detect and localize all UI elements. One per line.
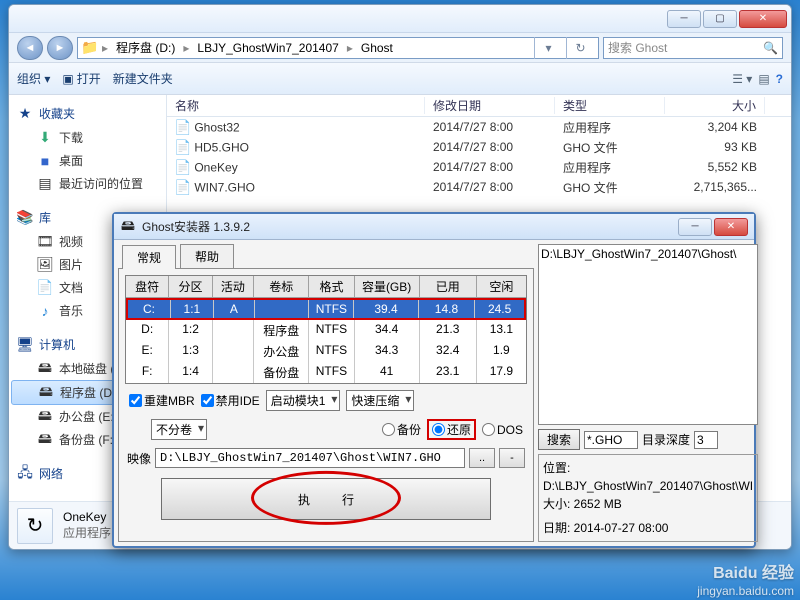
col-date[interactable]: 修改日期 — [425, 97, 555, 114]
breadcrumb[interactable]: 程序盘 (D:) — [112, 38, 179, 57]
ghost-titlebar[interactable]: 🖴 Ghost安装器 1.3.9.2 ─ ✕ — [114, 214, 754, 240]
onekey-icon: ↻ — [17, 508, 53, 544]
dos-radio[interactable]: DOS — [482, 423, 523, 437]
info-panel: 位置: D:\LBJY_GhostWin7_201407\Ghost\WI 大小… — [538, 454, 758, 542]
file-row[interactable]: 📄 OneKey2014/7/27 8:00应用程序5,552 KB — [167, 157, 791, 177]
gho-list[interactable]: D:\LBJY_GhostWin7_201407\Ghost\ — [538, 244, 758, 425]
status-item-type: 应用程序 — [63, 526, 111, 540]
boot-module-select[interactable]: 启动模块1 — [266, 390, 341, 411]
back-button[interactable]: ◄ — [17, 36, 43, 60]
th-fs: 格式 — [309, 276, 354, 297]
th-cap: 容量(GB) — [355, 276, 420, 297]
drive-icon: 🖴 — [38, 385, 54, 401]
desktop-icon: ■ — [37, 153, 53, 169]
help-icon[interactable]: ? — [776, 72, 783, 86]
depth-input[interactable] — [694, 431, 718, 449]
star-icon: ★ — [17, 106, 33, 122]
th-active: 活动 — [213, 276, 254, 297]
th-free: 空闲 — [477, 276, 526, 297]
partition-row[interactable]: E:1:3办公盘NTFS34.332.41.9 — [126, 341, 526, 362]
folder-icon: 📁 — [82, 40, 98, 56]
ext-input[interactable] — [584, 431, 638, 449]
toolbar: 组织 ▾ ▣打开 新建文件夹 ☰ ▾ ▤ ? — [9, 63, 791, 95]
new-folder-button[interactable]: 新建文件夹 — [113, 70, 173, 87]
th-label: 卷标 — [254, 276, 309, 297]
disable-ide-checkbox[interactable]: 禁用IDE — [201, 392, 260, 409]
backup-radio[interactable]: 备份 — [382, 421, 421, 438]
file-row[interactable]: 📄 Ghost322014/7/27 8:00应用程序3,204 KB — [167, 117, 791, 137]
drive-icon: 🖴 — [37, 361, 53, 377]
search-icon: 🔍 — [763, 41, 778, 55]
watermark: Baidu 经验 jingyan.baidu.com — [697, 564, 794, 598]
minimize-button[interactable]: ─ — [667, 10, 701, 28]
tab-help[interactable]: 帮助 — [180, 244, 234, 268]
favorites-group[interactable]: ★收藏夹 — [9, 101, 166, 126]
sidebar-item-recent[interactable]: ▤最近访问的位置 — [9, 172, 166, 195]
picture-icon: 🖼 — [37, 257, 53, 273]
partition-table: 盘符 分区 活动 卷标 格式 容量(GB) 已用 空闲 C:1:1ANTFS39… — [125, 275, 527, 384]
ghost-icon: 🖴 — [120, 219, 136, 235]
restore-radio[interactable]: 还原 — [427, 419, 476, 440]
execute-button[interactable]: 执行 — [161, 478, 491, 520]
open-icon: ▣ — [62, 72, 73, 86]
clear-button[interactable]: - — [499, 448, 525, 468]
col-type[interactable]: 类型 — [555, 97, 665, 114]
view-icon[interactable]: ☰ ▾ — [732, 72, 752, 86]
ghost-title: Ghost安装器 1.3.9.2 — [142, 218, 250, 235]
sidebar-item-downloads[interactable]: ⬇下载 — [9, 126, 166, 149]
drive-icon: 🖴 — [37, 409, 53, 425]
volume-select[interactable]: 不分卷 — [151, 419, 207, 440]
drive-icon: 🖴 — [37, 432, 53, 448]
col-size[interactable]: 大小 — [665, 97, 765, 114]
document-icon: 📄 — [37, 280, 53, 296]
address-bar[interactable]: 📁 ▸程序盘 (D:) ▸LBJY_GhostWin7_201407 ▸Ghos… — [77, 37, 599, 59]
address-row: ◄ ► 📁 ▸程序盘 (D:) ▸LBJY_GhostWin7_201407 ▸… — [9, 33, 791, 63]
forward-button[interactable]: ► — [47, 36, 73, 60]
titlebar: ─ ▢ ✕ — [9, 5, 791, 33]
image-label: 映像 — [127, 450, 151, 467]
column-header: 名称 修改日期 类型 大小 — [167, 95, 791, 117]
browse-button[interactable]: .. — [469, 448, 495, 468]
partition-row[interactable]: C:1:1ANTFS39.414.824.5 — [126, 298, 526, 320]
rebuild-mbr-checkbox[interactable]: 重建MBR — [129, 392, 195, 409]
th-part: 分区 — [169, 276, 212, 297]
depth-label: 目录深度 — [642, 431, 690, 448]
file-row[interactable]: 📄 HD5.GHO2014/7/27 8:00GHO 文件93 KB — [167, 137, 791, 157]
recent-icon: ▤ — [37, 176, 53, 192]
video-icon: 🎞 — [37, 234, 53, 250]
ghost-close-button[interactable]: ✕ — [714, 218, 748, 236]
status-item-name: OneKey — [63, 510, 106, 524]
search-placeholder: 搜索 Ghost — [608, 39, 667, 56]
maximize-button[interactable]: ▢ — [703, 10, 737, 28]
open-button[interactable]: ▣打开 — [62, 70, 100, 87]
file-row[interactable]: 📄 WIN7.GHO2014/7/27 8:00GHO 文件2,715,365.… — [167, 177, 791, 197]
ghost-minimize-button[interactable]: ─ — [678, 218, 712, 236]
partition-row[interactable]: F:1:4备份盘NTFS4123.117.9 — [126, 362, 526, 383]
th-drive: 盘符 — [126, 276, 169, 297]
tab-normal[interactable]: 常规 — [122, 245, 176, 269]
breadcrumb[interactable]: Ghost — [357, 40, 397, 56]
library-icon: 📚 — [17, 210, 33, 226]
organize-menu[interactable]: 组织 ▾ — [17, 70, 50, 87]
download-icon: ⬇ — [37, 130, 53, 146]
ghost-dialog: 🖴 Ghost安装器 1.3.9.2 ─ ✕ 常规 帮助 盘符 分区 活动 卷标… — [112, 212, 756, 548]
search-button[interactable]: 搜索 — [538, 429, 580, 450]
computer-icon: 🖥 — [17, 337, 33, 353]
preview-icon[interactable]: ▤ — [758, 72, 769, 86]
music-icon: ♪ — [37, 303, 53, 319]
col-name[interactable]: 名称 — [167, 97, 425, 114]
search-input[interactable]: 搜索 Ghost 🔍 — [603, 37, 783, 59]
refresh-icon[interactable]: ↻ — [566, 37, 594, 59]
dropdown-icon[interactable]: ▾ — [534, 37, 562, 59]
sidebar-item-desktop[interactable]: ■桌面 — [9, 149, 166, 172]
partition-row[interactable]: D:1:2程序盘NTFS34.421.313.1 — [126, 320, 526, 341]
compression-select[interactable]: 快速压缩 — [346, 390, 414, 411]
th-used: 已用 — [420, 276, 477, 297]
network-icon: 🖧 — [17, 466, 33, 482]
breadcrumb[interactable]: LBJY_GhostWin7_201407 — [193, 40, 342, 56]
close-button[interactable]: ✕ — [739, 10, 787, 28]
image-path-input[interactable] — [155, 448, 465, 468]
